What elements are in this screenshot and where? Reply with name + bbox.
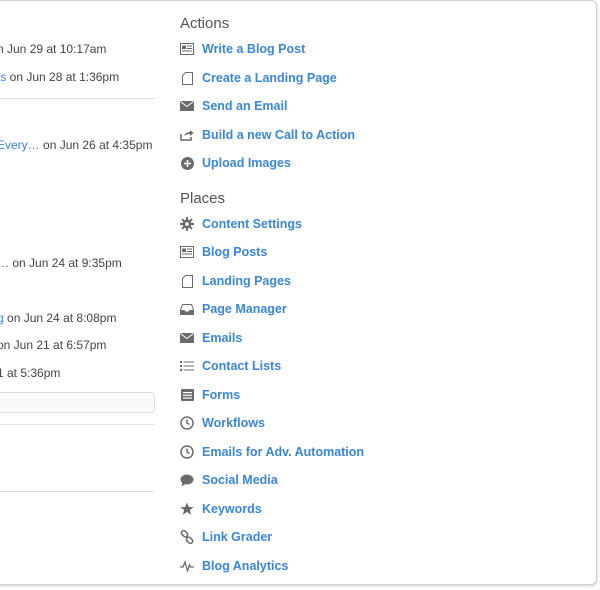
place-label: Keywords	[202, 502, 262, 516]
action-upload-images[interactable]: Upload Images	[180, 153, 291, 173]
clock-icon	[180, 416, 194, 430]
dropdown-panel: n Jun 29 at 10:17am ts on Jun 28 at 1:36…	[0, 0, 597, 585]
activity-link[interactable]: Every…	[0, 138, 40, 152]
action-send-email[interactable]: Send an Email	[180, 96, 287, 116]
activity-text: on Jun 24 at 8:08pm	[3, 311, 117, 325]
place-label: Landing Pages	[202, 274, 291, 288]
pulse-icon	[180, 559, 194, 573]
form-icon	[180, 388, 194, 402]
gear-icon	[180, 217, 194, 231]
action-label: Build a new Call to Action	[202, 128, 356, 142]
place-label: Link Grader	[202, 530, 273, 544]
share-arrow-icon	[180, 128, 194, 142]
plus-circle-icon	[180, 156, 194, 170]
activity-text: 1 at 5:36pm	[0, 366, 61, 380]
place-contact-lists[interactable]: Contact Lists	[180, 356, 281, 376]
place-label: Blog Analytics	[202, 559, 289, 573]
action-create-landing-page[interactable]: Create a Landing Page	[180, 68, 337, 88]
place-label: Emails for Adv. Automation	[202, 445, 365, 459]
activity-item: … on Jun 24 at 9:35pm	[0, 256, 122, 270]
place-label: Page Manager	[202, 302, 287, 316]
place-landing-pages[interactable]: Landing Pages	[180, 271, 291, 291]
place-label: Social Media	[202, 473, 278, 487]
comment-input-box[interactable]	[0, 392, 155, 413]
activity-text: … on Jun 24 at 9:35pm	[0, 256, 122, 270]
inbox-tray-icon	[180, 302, 194, 316]
place-label: Blog Posts	[202, 245, 268, 259]
activity-text: on Jun 28 at 1:36pm	[6, 70, 120, 84]
place-label: Emails	[202, 331, 243, 345]
place-label: Forms	[202, 388, 241, 402]
action-build-cta[interactable]: Build a new Call to Action	[180, 125, 355, 145]
place-workflows[interactable]: Workflows	[180, 413, 265, 433]
divider	[0, 98, 155, 99]
link-icon	[180, 530, 194, 544]
list-icon	[180, 359, 194, 373]
place-emails[interactable]: Emails	[180, 328, 242, 348]
activity-item: n Jun 29 at 10:17am	[0, 42, 106, 56]
place-page-manager[interactable]: Page Manager	[180, 299, 287, 319]
place-content-settings[interactable]: Content Settings	[180, 214, 302, 234]
page-icon	[180, 274, 194, 288]
activity-text: n Jun 29 at 10:17am	[0, 42, 107, 56]
place-label: Content Settings	[202, 217, 302, 231]
page-icon	[180, 71, 194, 85]
place-forms[interactable]: Forms	[180, 385, 240, 405]
clock-icon	[180, 445, 194, 459]
action-label: Create a Landing Page	[202, 71, 337, 85]
blog-post-icon	[180, 245, 194, 259]
divider	[0, 424, 155, 425]
place-blog-posts[interactable]: Blog Posts	[180, 242, 267, 262]
place-emails-adv-automation[interactable]: Emails for Adv. Automation	[180, 442, 364, 462]
star-icon	[180, 502, 194, 516]
activity-item: g on Jun 24 at 8:08pm	[0, 311, 116, 325]
action-label: Send an Email	[202, 99, 288, 113]
activity-item: Every… on Jun 26 at 4:35pm	[0, 138, 152, 152]
divider	[0, 491, 155, 492]
activity-item: on Jun 21 at 6:57pm	[0, 338, 106, 352]
activity-item: 1 at 5:36pm	[0, 366, 60, 380]
place-label: Contact Lists	[202, 359, 282, 373]
place-keywords[interactable]: Keywords	[180, 499, 262, 519]
place-blog-analytics[interactable]: Blog Analytics	[180, 556, 288, 576]
envelope-icon	[180, 99, 194, 113]
place-label: Workflows	[202, 416, 265, 430]
envelope-icon	[180, 331, 194, 345]
actions-heading: Actions	[180, 15, 230, 32]
activity-text: on Jun 21 at 6:57pm	[0, 338, 107, 352]
action-label: Write a Blog Post	[202, 42, 306, 56]
activity-item: ts on Jun 28 at 1:36pm	[0, 70, 119, 84]
blog-post-icon	[180, 42, 194, 56]
action-label: Upload Images	[202, 156, 291, 170]
place-link-grader[interactable]: Link Grader	[180, 527, 272, 547]
activity-text: on Jun 26 at 4:35pm	[39, 138, 153, 152]
place-social-media[interactable]: Social Media	[180, 470, 278, 490]
speech-bubble-icon	[180, 473, 194, 487]
action-write-blog-post[interactable]: Write a Blog Post	[180, 39, 305, 59]
places-heading: Places	[180, 190, 226, 207]
